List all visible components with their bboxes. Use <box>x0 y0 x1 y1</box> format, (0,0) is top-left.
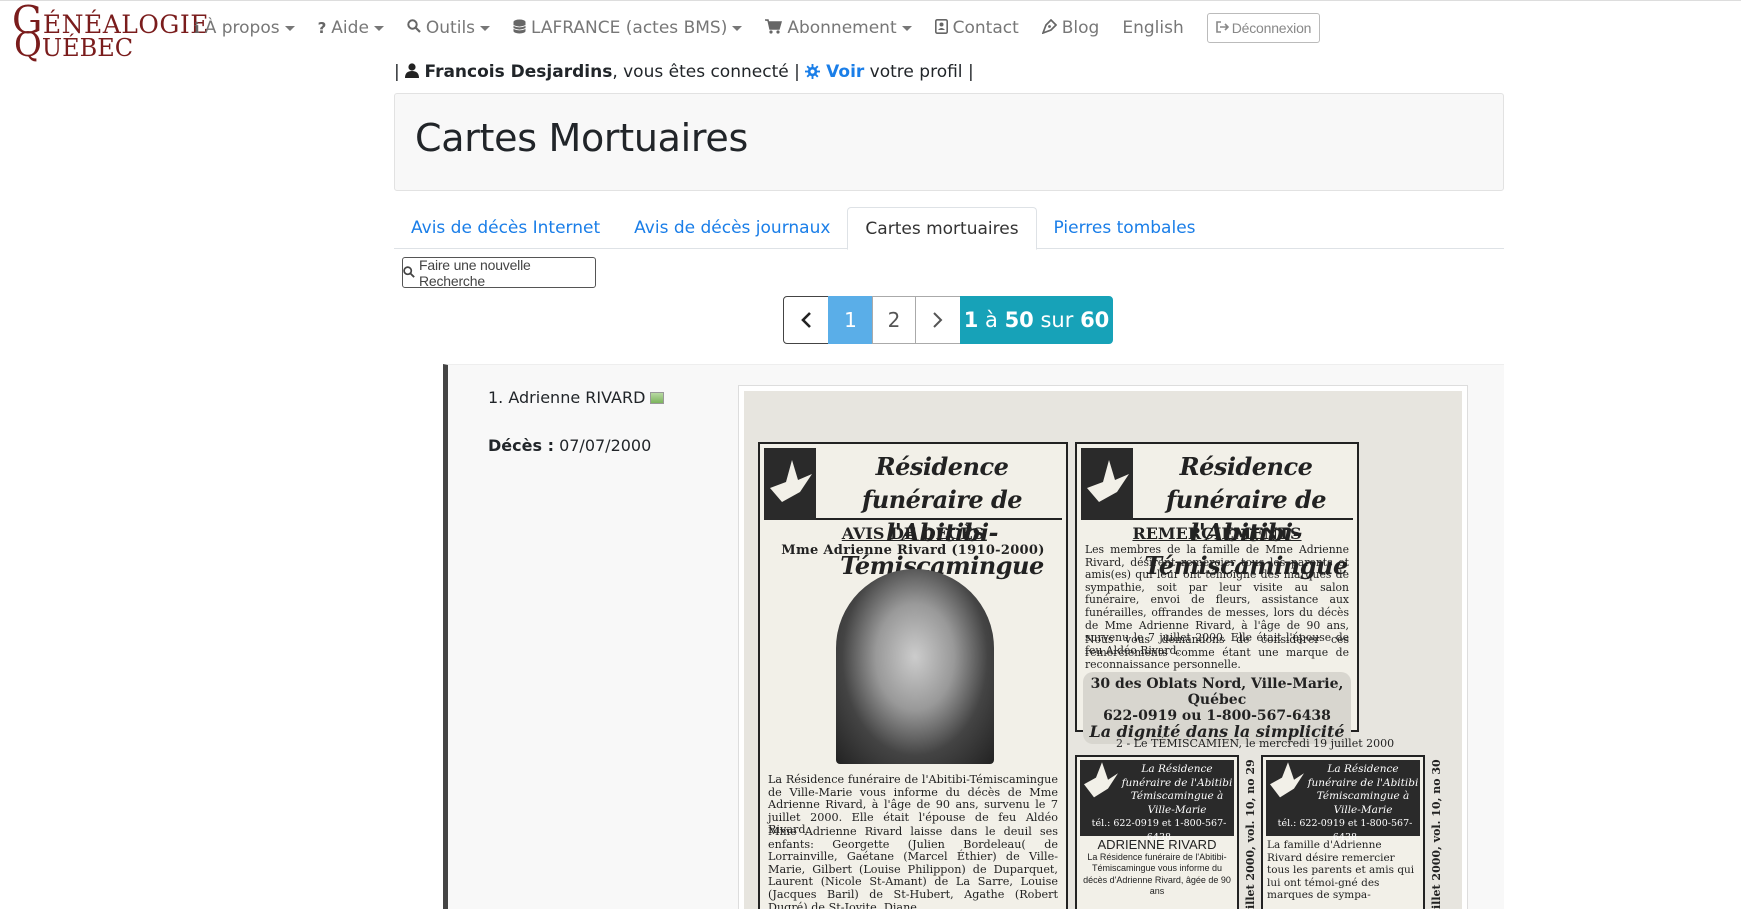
page-header: Cartes Mortuaires <box>394 93 1504 191</box>
page-title: Cartes Mortuaires <box>415 116 748 160</box>
nav-item-english[interactable]: English <box>1122 18 1183 38</box>
small-thanks-clipping: La Résidence funéraire de l'Abitibi Témi… <box>1261 755 1425 909</box>
chevron-left-icon <box>801 312 811 328</box>
sign-out-icon <box>1215 20 1229 36</box>
next-page-button[interactable] <box>915 296 961 344</box>
question-icon: ? <box>317 19 327 37</box>
user-status: | Francois Desjardins, vous êtes connect… <box>394 62 974 82</box>
tab-cartes-mortuaires[interactable]: Cartes mortuaires <box>847 207 1037 250</box>
caret-down-icon <box>901 25 912 31</box>
search-icon <box>407 19 421 37</box>
nav-item-lafrance[interactable]: LAFRANCE (actes BMS) <box>513 18 743 38</box>
caret-down-icon <box>732 25 743 31</box>
nav-item-contact[interactable]: Contact <box>934 18 1019 38</box>
caret-down-icon <box>480 25 491 31</box>
new-search-button[interactable]: Faire une nouvelle Recherche <box>402 257 596 289</box>
memorial-card-image[interactable]: Résidence funéraire de l'Abitibi-Témisca… <box>738 385 1468 909</box>
user-icon <box>405 62 424 82</box>
info-icon: ℹ <box>194 19 200 37</box>
death-notice-clipping: Résidence funéraire de l'Abitibi-Témisca… <box>758 442 1068 909</box>
site-logo[interactable]: GÉNÉALOGIE QUÉBEC <box>12 1 208 65</box>
gear-icon <box>805 62 826 82</box>
logout-button[interactable]: Déconnexion <box>1206 13 1321 43</box>
profile-link[interactable]: Voir <box>805 62 864 82</box>
nav-menu: ℹ À propos ? Aide Outils LAFRANCE (actes… <box>194 1 1321 55</box>
scanned-clipping: Résidence funéraire de l'Abitibi-Témisca… <box>744 391 1462 909</box>
cart-icon <box>765 18 783 38</box>
dove-logo-icon <box>1081 448 1133 520</box>
chevron-right-icon <box>933 312 943 328</box>
page-2-button[interactable]: 2 <box>872 296 916 344</box>
blog-icon <box>1041 18 1057 38</box>
caret-down-icon <box>284 25 295 31</box>
result-name-link[interactable]: Adrienne RIVARD <box>508 388 645 407</box>
thanks-clipping: Résidence funéraire de l'Abitibi-Témisca… <box>1075 442 1359 744</box>
caret-down-icon <box>373 25 384 31</box>
contact-icon <box>934 18 948 38</box>
result-count: 1 à 50 sur 60 <box>960 296 1113 344</box>
nav-item-a-propos[interactable]: ℹ À propos <box>194 18 295 38</box>
search-icon <box>403 265 419 281</box>
user-name: Francois Desjardins <box>424 62 613 82</box>
tab-avis-deces-journaux[interactable]: Avis de décès journaux <box>617 207 847 249</box>
pagination: 1 2 1 à 50 sur 60 <box>783 296 1113 344</box>
nav-item-outils[interactable]: Outils <box>407 18 491 38</box>
image-icon[interactable] <box>650 391 665 404</box>
page-1-button[interactable]: 1 <box>828 296 873 344</box>
death-date: Décès : 07/07/2000 <box>488 436 652 455</box>
database-icon <box>513 19 526 38</box>
tab-avis-deces-internet[interactable]: Avis de décès Internet <box>394 207 617 249</box>
category-tabs: Avis de décès Internet Avis de décès jou… <box>394 207 1504 250</box>
result-title: 1. Adrienne RIVARD <box>488 388 665 407</box>
nav-item-aide[interactable]: ? Aide <box>318 18 384 38</box>
dove-logo-icon <box>764 448 816 520</box>
prev-page-button[interactable] <box>783 296 829 344</box>
top-navbar: GÉNÉALOGIE QUÉBEC ℹ À propos ? Aide Outi… <box>0 0 1741 65</box>
deceased-photo <box>836 569 994 764</box>
small-notice-clipping: La Résidence funéraire de l'Abitibi Témi… <box>1075 755 1239 909</box>
nav-item-abonnement[interactable]: Abonnement <box>765 18 912 38</box>
nav-item-blog[interactable]: Blog <box>1041 18 1099 38</box>
tab-pierres-tombales[interactable]: Pierres tombales <box>1037 207 1213 249</box>
